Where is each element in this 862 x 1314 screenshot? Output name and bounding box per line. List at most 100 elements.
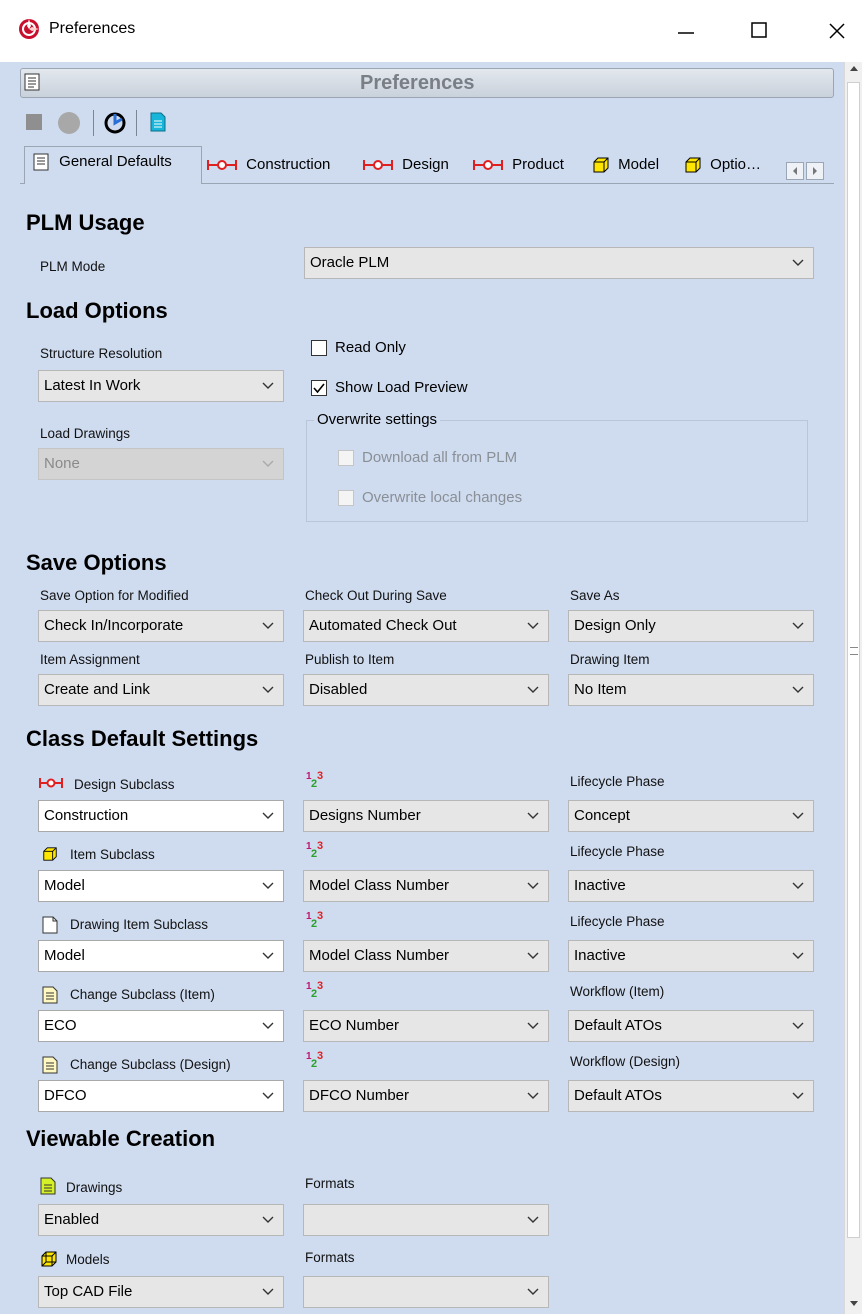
numbering-icon: 123	[306, 910, 323, 930]
number-dropdown[interactable]: ECO Number	[303, 1010, 549, 1042]
overwrite-local-checkbox[interactable]	[338, 490, 354, 506]
number-dropdown[interactable]: Model Class Number	[303, 940, 549, 972]
vertical-scrollbar[interactable]	[844, 62, 862, 1314]
right-label: Lifecycle Phase	[570, 844, 665, 859]
scroll-down-icon[interactable]	[848, 1298, 860, 1310]
chevron-down-icon	[262, 686, 274, 693]
dropdown-value: Concept	[574, 807, 630, 824]
right-dropdown[interactable]: Inactive	[568, 870, 814, 902]
cube-yellow-icon	[42, 846, 58, 866]
save-icon[interactable]	[26, 114, 42, 130]
drawing-item-subclass-dropdown[interactable]: Model	[38, 940, 284, 972]
minimize-icon[interactable]	[676, 24, 696, 40]
drawing-item-dropdown[interactable]: No Item	[568, 674, 814, 706]
load-options-heading: Load Options	[26, 298, 168, 323]
refresh-icon[interactable]	[103, 111, 127, 135]
chevron-down-icon	[527, 1216, 539, 1223]
part-red-icon	[207, 160, 237, 171]
show-load-preview-checkbox[interactable]	[311, 380, 327, 396]
tab-general-defaults[interactable]: General Defaults	[24, 146, 202, 184]
tab-options[interactable]: Optio…	[684, 150, 778, 184]
chevron-right-icon	[813, 167, 817, 175]
models-dropdown[interactable]: Top CAD File	[38, 1276, 284, 1308]
dropdown-value: Model	[44, 877, 85, 894]
plm-mode-dropdown[interactable]: Oracle PLM	[304, 247, 814, 279]
right-dropdown[interactable]: Inactive	[568, 940, 814, 972]
save-options-heading: Save Options	[26, 550, 167, 575]
maximize-icon[interactable]	[750, 21, 770, 41]
right-dropdown[interactable]: Default ATOs	[568, 1080, 814, 1112]
tab-model[interactable]: Model	[592, 150, 672, 184]
app-logo-icon	[19, 19, 39, 39]
tab-product[interactable]: Product	[472, 150, 582, 184]
tab-scroll-right-button[interactable]	[806, 162, 824, 180]
chevron-down-icon	[527, 622, 539, 629]
number-dropdown[interactable]: Designs Number	[303, 800, 549, 832]
part-red-icon	[363, 160, 393, 171]
right-dropdown[interactable]: Concept	[568, 800, 814, 832]
chevron-down-icon	[792, 812, 804, 819]
dropdown-value: ECO	[44, 1017, 77, 1034]
scroll-thumb[interactable]	[847, 82, 860, 1238]
cancel-icon[interactable]	[58, 112, 80, 134]
change-doc-icon	[42, 1056, 58, 1078]
plm-usage-heading: PLM Usage	[26, 210, 145, 235]
download-all-checkbox[interactable]	[338, 450, 354, 466]
chevron-down-icon	[262, 460, 274, 467]
change-subclass-design-dropdown[interactable]: DFCO	[38, 1080, 284, 1112]
close-icon[interactable]	[827, 21, 847, 41]
chevron-down-icon	[527, 686, 539, 693]
chevron-down-icon	[792, 882, 804, 889]
models-formats-dropdown[interactable]	[303, 1276, 549, 1308]
tab-construction[interactable]: Construction	[206, 150, 354, 184]
read-only-checkbox[interactable]	[311, 340, 327, 356]
overwrite-settings-group	[306, 420, 808, 522]
document-icon[interactable]	[150, 112, 166, 132]
drawings-formats-dropdown[interactable]	[303, 1204, 549, 1236]
change-subclass-item-dropdown[interactable]: ECO	[38, 1010, 284, 1042]
item-assignment-dropdown[interactable]: Create and Link	[38, 674, 284, 706]
save-option-modified-dropdown[interactable]: Check In/Incorporate	[38, 610, 284, 642]
overwrite-settings-label: Overwrite settings	[314, 411, 441, 428]
chevron-down-icon	[262, 622, 274, 629]
change-subclass-design-label: Change Subclass (Design)	[70, 1057, 231, 1072]
save-as-dropdown[interactable]: Design Only	[568, 610, 814, 642]
scroll-up-icon[interactable]	[848, 62, 860, 74]
chevron-down-icon	[262, 1022, 274, 1029]
dropdown-value: Oracle PLM	[310, 254, 390, 271]
right-dropdown[interactable]: Default ATOs	[568, 1010, 814, 1042]
window-title-bar: Preferences	[0, 0, 862, 62]
dropdown-value: Model	[44, 947, 85, 964]
tab-design[interactable]: Design	[362, 150, 462, 184]
chevron-down-icon	[527, 882, 539, 889]
dropdown-value: Top CAD File	[44, 1283, 133, 1300]
load-drawings-dropdown[interactable]: None	[38, 448, 284, 480]
tab-label: General Defaults	[59, 153, 172, 170]
dropdown-value: Designs Number	[309, 807, 421, 824]
toolbar-separator	[136, 110, 137, 136]
tab-scroll-left-button[interactable]	[786, 162, 804, 180]
chevron-down-icon	[527, 1288, 539, 1295]
chevron-down-icon	[262, 1288, 274, 1295]
dropdown-value: Enabled	[44, 1211, 100, 1228]
drawings-formats-label: Formats	[305, 1176, 355, 1191]
publish-dropdown[interactable]: Disabled	[303, 674, 549, 706]
models-cube-icon	[41, 1251, 57, 1267]
dropdown-value: Automated Check Out	[309, 617, 457, 634]
chevron-down-icon	[527, 1092, 539, 1099]
tab-label: Optio…	[710, 156, 762, 173]
check-out-dropdown[interactable]: Automated Check Out	[303, 610, 549, 642]
item-assignment-label: Item Assignment	[40, 652, 140, 667]
item-subclass-dropdown[interactable]: Model	[38, 870, 284, 902]
viewable-creation-heading: Viewable Creation	[26, 1126, 216, 1151]
design-subclass-dropdown[interactable]: Construction	[38, 800, 284, 832]
drawings-doc-icon	[40, 1177, 56, 1195]
number-dropdown[interactable]: Model Class Number	[303, 870, 549, 902]
class-default-settings-heading: Class Default Settings	[26, 726, 259, 751]
number-dropdown[interactable]: DFCO Number	[303, 1080, 549, 1112]
chevron-down-icon	[262, 952, 274, 959]
dropdown-value: DFCO	[44, 1087, 87, 1104]
structure-resolution-dropdown[interactable]: Latest In Work	[38, 370, 284, 402]
drawings-dropdown[interactable]: Enabled	[38, 1204, 284, 1236]
chevron-down-icon	[792, 952, 804, 959]
